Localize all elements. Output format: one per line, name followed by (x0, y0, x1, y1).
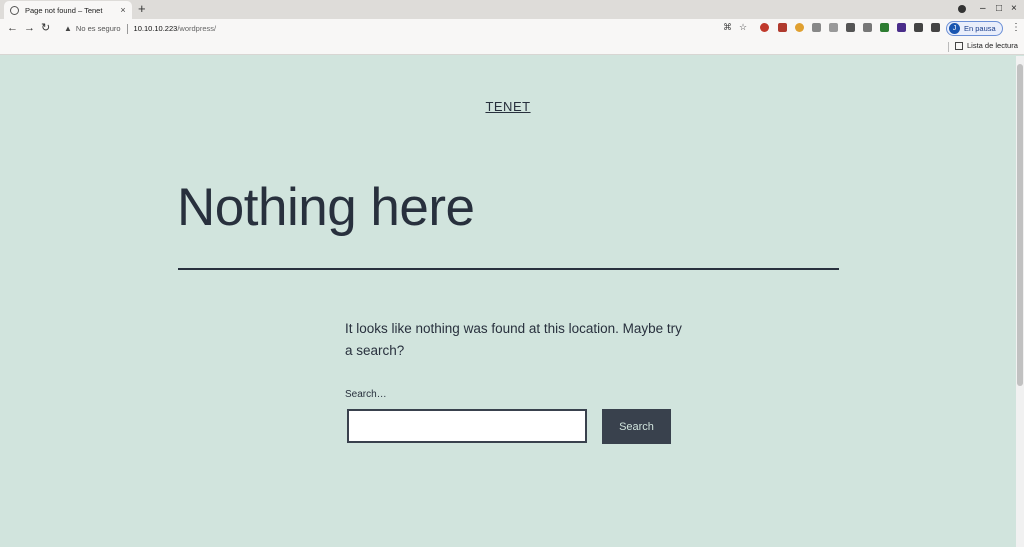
warning-icon[interactable]: ▲ (64, 24, 72, 33)
bookmarks-divider (948, 42, 949, 52)
bookmark-star-icon[interactable]: ☆ (739, 22, 747, 33)
extension-gray2-icon[interactable] (829, 23, 838, 32)
site-title: TENET (0, 98, 1016, 116)
back-button[interactable]: ← (7, 21, 18, 35)
url-path[interactable]: /wordpress/ (177, 24, 216, 33)
record-icon[interactable] (958, 5, 966, 13)
scrollbar-thumb[interactable] (1017, 64, 1023, 386)
minimize-button[interactable]: – (980, 2, 986, 16)
url-host[interactable]: 10.10.10.223 (134, 24, 178, 33)
wolf-icon[interactable] (846, 23, 855, 32)
scrollbar[interactable] (1016, 56, 1024, 547)
new-tab-button[interactable]: + (138, 2, 146, 16)
bw-icon[interactable] (880, 23, 889, 32)
forward-button[interactable]: → (24, 21, 35, 35)
close-window-button[interactable]: × (1011, 2, 1017, 16)
profile-button[interactable]: J En pausa (946, 21, 1003, 36)
tab-strip: Page not found – Tenet × + – □ × (0, 0, 1024, 19)
reload-button[interactable]: ↻ (41, 21, 50, 35)
page-content: TENET Nothing here It looks like nothing… (0, 56, 1016, 547)
wappalyzer-icon[interactable] (760, 23, 769, 32)
ublock-icon[interactable] (778, 23, 787, 32)
tab-active[interactable]: Page not found – Tenet × (4, 1, 132, 19)
address-bar[interactable]: ▲ No es seguro 10.10.10.223 /wordpress/ (58, 20, 758, 37)
search-button[interactable]: Search (602, 409, 671, 444)
bookmarks-bar: Lista de lectura (0, 39, 1024, 55)
profile-status: En pausa (964, 24, 996, 33)
browser-toolbar: ← → ↻ ▲ No es seguro 10.10.10.223 /wordp… (0, 19, 1024, 39)
not-found-message: It looks like nothing was found at this … (345, 321, 682, 358)
tab-title: Page not found – Tenet (25, 5, 103, 15)
puzzle-icon[interactable] (914, 23, 923, 32)
reading-list-button[interactable]: Lista de lectura (955, 41, 1018, 50)
robot-icon[interactable] (863, 23, 872, 32)
globe-icon (10, 5, 19, 15)
menu-icon[interactable]: ⋮ (1011, 22, 1021, 34)
reading-list-label: Lista de lectura (967, 41, 1018, 50)
maximize-button[interactable]: □ (996, 2, 1002, 16)
translate-icon[interactable]: ⌘ (723, 22, 732, 33)
page-title: Nothing here (177, 178, 475, 237)
reading-list-icon (955, 41, 963, 50)
search-label: Search… (345, 389, 387, 400)
hex-icon[interactable] (897, 23, 906, 32)
heading-divider (178, 268, 839, 270)
security-label[interactable]: No es seguro (76, 24, 121, 33)
address-divider (126, 23, 128, 34)
avatar: J (949, 23, 960, 34)
cookie-icon[interactable] (795, 23, 804, 32)
extension-gray-icon[interactable] (812, 23, 821, 32)
media-icon[interactable] (931, 23, 940, 32)
search-input[interactable] (347, 409, 587, 443)
tab-close-icon[interactable]: × (118, 5, 128, 15)
site-title-link[interactable]: TENET (485, 99, 530, 114)
